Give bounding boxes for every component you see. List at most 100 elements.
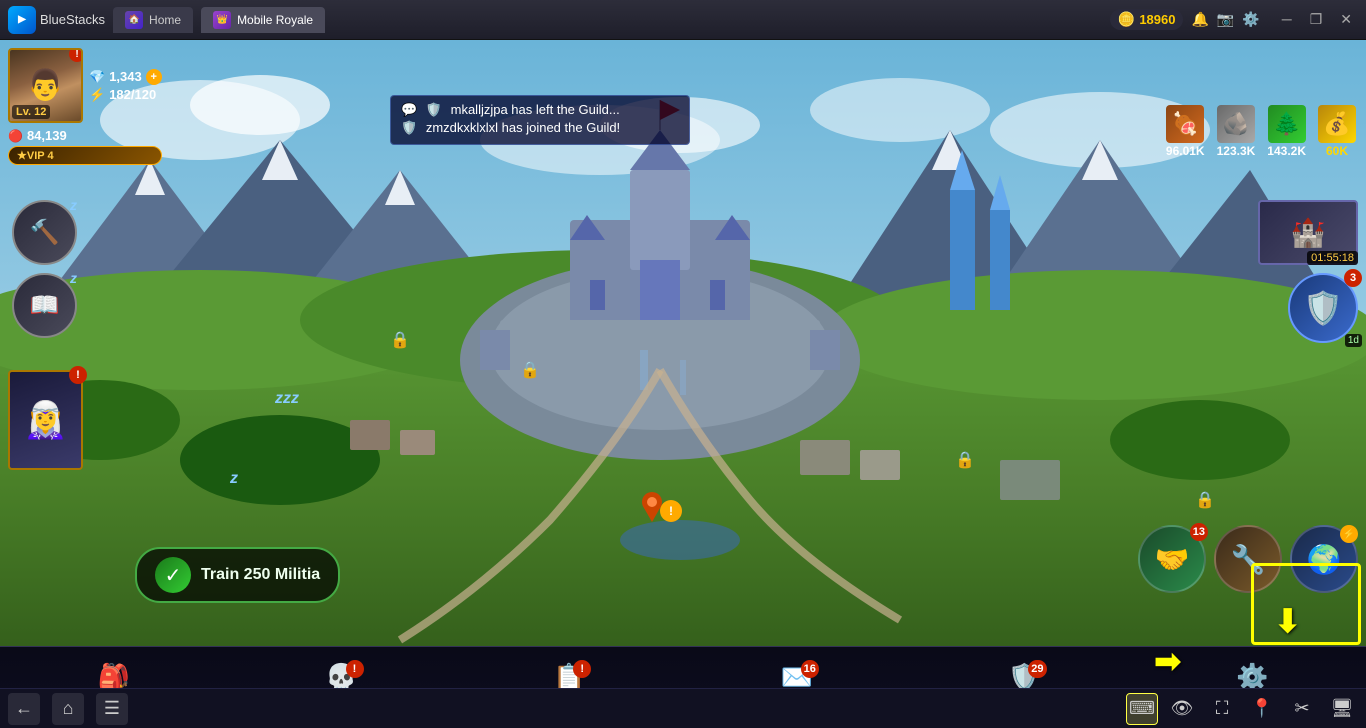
game-tab[interactable]: 👑 Mobile Royale — [201, 7, 325, 33]
build-button[interactable]: 🔧 — [1214, 525, 1282, 593]
shield-time: 1d — [1345, 334, 1362, 347]
diamond-icon: 💎 — [89, 69, 105, 85]
game-tab-icon: 👑 — [213, 11, 231, 29]
restore-button[interactable]: ❐ — [1304, 9, 1329, 30]
quest-badge: ! — [573, 660, 591, 678]
power-value: 84,139 — [27, 128, 67, 143]
scissors-icon-button[interactable]: ✂ — [1286, 693, 1318, 725]
player-avatar-row: 👨 ! Lv. 12 💎 1,343 + ⚡ 182/120 — [8, 48, 162, 123]
book-icon-button[interactable]: 📖 z — [12, 273, 77, 338]
lock-marker-1: 🔒 — [390, 330, 410, 350]
elf-exclamation-badge: ! — [69, 366, 87, 384]
diamond-stat-row: 💎 1,343 + — [89, 69, 162, 85]
alliance-badge: 13 — [1190, 523, 1208, 541]
shield-count: 3 — [1344, 269, 1362, 287]
player-level: Lv. 12 — [12, 105, 50, 119]
power-icon: 🔴 — [8, 129, 23, 143]
action-buttons: 🤝 13 🔧 🌍 ⚡ — [1138, 525, 1358, 593]
expand-icon-button[interactable]: ⛶ — [1206, 693, 1238, 725]
hammer-icon: 🔨 — [30, 218, 60, 247]
chat-message-2: zmzdkxklxlxl has joined the Guild! — [426, 120, 620, 135]
quest-check-icon: ✓ — [155, 557, 191, 593]
coin-value: 18960 — [1139, 12, 1175, 27]
keyboard-icon-button[interactable]: ⌨ — [1126, 693, 1158, 725]
elf-avatar[interactable]: 🧝‍♀️ ! — [8, 370, 83, 470]
chat-line-2: 🛡️ zmzdkxklxlxl has joined the Guild! — [401, 120, 679, 136]
lock-marker-3: 🔒 — [955, 450, 975, 470]
avatar-exclamation-badge: ! — [69, 48, 83, 62]
food-icon: 🍖 — [1166, 105, 1204, 143]
hammer-icon-button[interactable]: 🔨 z — [12, 200, 77, 265]
camera-icon[interactable]: 📷 — [1217, 11, 1234, 28]
stone-resource[interactable]: 🪨 123.3K — [1217, 105, 1256, 158]
food-resource[interactable]: 🍖 96.01K — [1166, 105, 1205, 158]
minimize-button[interactable]: ─ — [1276, 9, 1298, 30]
player-panel: 👨 ! Lv. 12 💎 1,343 + ⚡ 182/120 🔴 84,139 … — [8, 48, 162, 165]
home-tab-icon: 🏠 — [125, 11, 143, 29]
world-map-button[interactable]: 🌍 ⚡ — [1290, 525, 1358, 593]
quest-label: Train 250 Militia — [201, 566, 320, 584]
lock-marker-2: 🔒 — [520, 360, 540, 380]
hero-badge: ! — [346, 660, 364, 678]
titlebar: ▶ BlueStacks 🏠 Home 👑 Mobile Royale 🪙 18… — [0, 0, 1366, 40]
shield-badge-container: 🛡️ 3 1d — [1288, 273, 1358, 343]
alliance-button[interactable]: 🤝 13 — [1138, 525, 1206, 593]
add-diamonds-button[interactable]: + — [146, 69, 162, 85]
timer-badge: 01:55:18 — [1307, 251, 1358, 265]
stone-value: 123.3K — [1217, 144, 1256, 158]
game-tab-label: Mobile Royale — [237, 13, 313, 27]
chat-box[interactable]: 💬 🛡️ mkalljzjpa has left the Guild... 🛡️… — [390, 95, 690, 145]
home-os-button[interactable]: ⌂ — [52, 693, 84, 725]
lightning-icon: ⚡ — [89, 87, 105, 103]
taskbar-right: ⌨ 👁 ⛶ 📍 ✂ 🖥 — [1126, 693, 1358, 725]
bluestacks-name: BlueStacks — [40, 12, 105, 27]
arrow-right-annotation: ➡ — [1154, 642, 1181, 680]
gold-icon: 💰 — [1318, 105, 1356, 143]
elf-icon: 🧝‍♀️ — [23, 399, 68, 441]
menu-button[interactable]: ☰ — [96, 693, 128, 725]
zzz-float-1: z — [230, 470, 238, 488]
location-pin — [640, 490, 664, 527]
chat-message-1: mkalljzjpa has left the Guild... — [451, 102, 620, 117]
map-lightning-badge: ⚡ — [1340, 525, 1358, 543]
quest-banner[interactable]: ✓ Train 250 Militia — [135, 547, 340, 603]
taskbar: ← ⌂ ☰ ⌨ 👁 ⛶ 📍 ✂ 🖥 — [0, 688, 1366, 728]
coin-balance: 🪙 18960 — [1110, 9, 1184, 30]
stone-icon: 🪨 — [1217, 105, 1255, 143]
left-side-panel: 🔨 z 📖 z — [12, 200, 77, 338]
close-button[interactable]: ✕ — [1334, 9, 1358, 30]
arrow-down-annotation: ⬇ — [1274, 602, 1301, 640]
bell-icon[interactable]: 🔔 — [1191, 11, 1208, 28]
screen-icon-button[interactable]: 🖥 — [1326, 693, 1358, 725]
eye-icon-button[interactable]: 👁 — [1166, 693, 1198, 725]
settings-icon[interactable]: ⚙️ — [1242, 11, 1259, 28]
bluestacks-logo: ▶ BlueStacks — [8, 6, 105, 34]
mail-badge: 16 — [801, 660, 819, 678]
home-tab[interactable]: 🏠 Home — [113, 7, 193, 33]
guild-badge: 29 — [1028, 660, 1046, 678]
location-icon-button[interactable]: 📍 — [1246, 693, 1278, 725]
guild-shield-icon: 🛡️ — [426, 102, 442, 118]
wood-icon: 🌲 — [1268, 105, 1306, 143]
energy-stat-row: ⚡ 182/120 — [89, 87, 162, 103]
back-button[interactable]: ← — [8, 693, 40, 725]
window-controls: ─ ❐ ✕ — [1276, 9, 1358, 30]
coin-icon: 🪙 — [1118, 11, 1135, 28]
chat-line-1: 💬 🛡️ mkalljzjpa has left the Guild... — [401, 102, 679, 118]
guild-icon-2: 🛡️ — [401, 120, 417, 136]
mini-castle[interactable]: 🏰 01:55:18 — [1258, 200, 1358, 265]
hammer-zzz: z — [70, 197, 77, 213]
wood-resource[interactable]: 🌲 143.2K — [1267, 105, 1306, 158]
player-avatar[interactable]: 👨 ! Lv. 12 — [8, 48, 83, 123]
vip-badge[interactable]: ★VIP 4 — [8, 146, 162, 165]
player-stats: 💎 1,343 + ⚡ 182/120 — [89, 69, 162, 103]
zzz-float-2: zzz — [275, 390, 299, 408]
bluestacks-icon: ▶ — [8, 6, 36, 34]
elf-panel[interactable]: 🧝‍♀️ ! — [8, 370, 88, 480]
game-area[interactable]: 👨 ! Lv. 12 💎 1,343 + ⚡ 182/120 🔴 84,139 … — [0, 40, 1366, 728]
gold-resource[interactable]: 💰 60K — [1318, 105, 1356, 158]
lock-marker-4: 🔒 — [1195, 490, 1215, 510]
chat-bubble-icon: 💬 — [401, 102, 417, 118]
gold-value: 60K — [1326, 144, 1348, 158]
top-right-panel: 🏰 01:55:18 🛡️ 3 1d — [1258, 200, 1358, 343]
